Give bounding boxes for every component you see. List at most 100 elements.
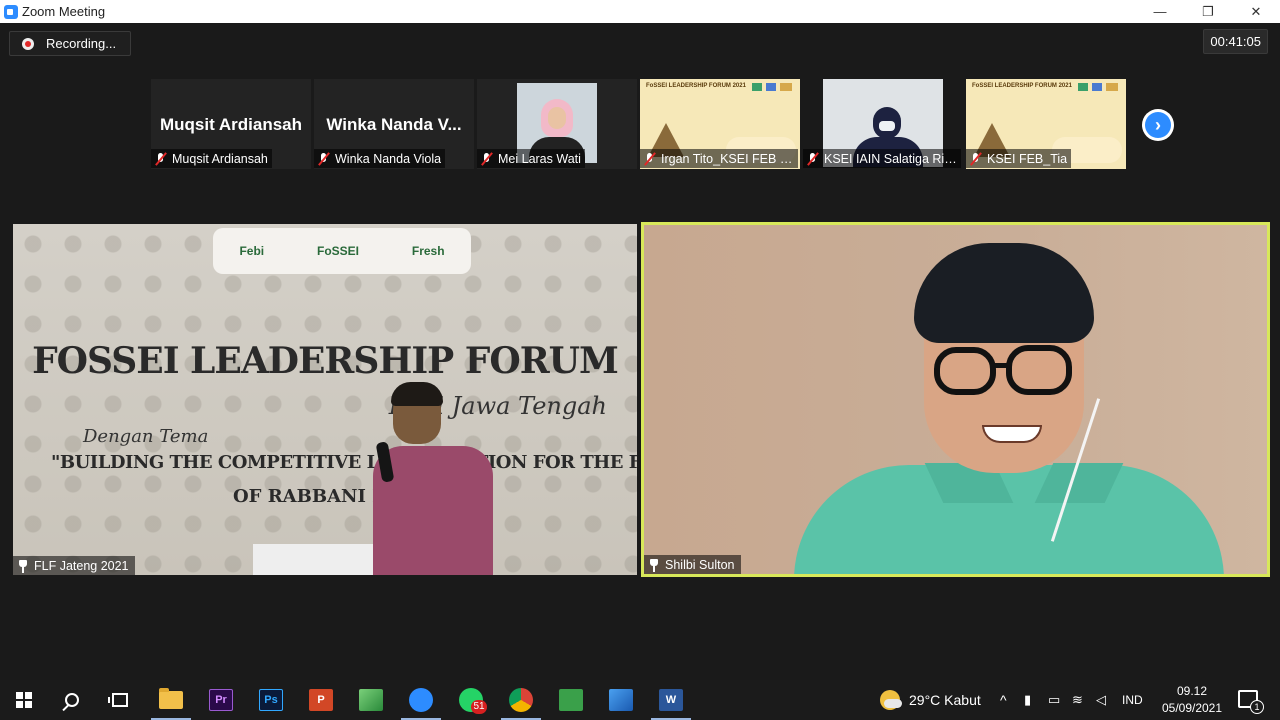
taskbar-app-zoom[interactable] <box>397 680 445 720</box>
mic-muted-icon <box>806 152 820 166</box>
participant-thumbnail[interactable]: KSEI IAIN Salatiga Rina... <box>803 79 963 169</box>
thumbnail-strip: Muqsit Ardiansah Muqsit Ardiansah Winka … <box>151 79 1126 169</box>
taskbar-app-photos[interactable] <box>597 680 645 720</box>
logo-text: Febi <box>239 244 265 258</box>
taskbar-app-word[interactable]: W <box>647 680 695 720</box>
taskbar-app-powerpoint[interactable]: P <box>297 680 345 720</box>
restore-button[interactable]: ❐ <box>1184 0 1232 23</box>
search-button[interactable] <box>48 680 96 720</box>
taskbar-app-photoshop[interactable]: Ps <box>247 680 295 720</box>
task-view-icon <box>108 693 128 707</box>
participant-nametag: Mei Laras Wati <box>477 149 585 168</box>
taskbar-app-whatsapp[interactable]: 51 <box>447 680 495 720</box>
window-title: Zoom Meeting <box>22 4 106 19</box>
task-view-button[interactable] <box>96 680 144 720</box>
video-nametag: FLF Jateng 2021 <box>13 556 135 575</box>
clock-date: 05/09/2021 <box>1161 701 1223 715</box>
banner-theme: "BUILDING THE COMPETITIVE LEADER O TION … <box>51 452 637 473</box>
video-name: Shilbi Sulton <box>665 557 735 572</box>
mic-muted-icon <box>317 152 331 166</box>
poster-title: FoSSEI LEADERSHIP FORUM 2021 <box>972 83 1072 89</box>
participant-nametag: Muqsit Ardiansah <box>151 149 272 168</box>
participant-nametag: KSEI IAIN Salatiga Rina... <box>803 149 961 168</box>
photoshop-icon: Ps <box>259 689 283 711</box>
recording-label: Recording... <box>46 36 117 51</box>
zoom-app-icon <box>4 4 18 19</box>
taskbar-app-explorer[interactable] <box>147 680 195 720</box>
video-nametag: Shilbi Sulton <box>644 555 741 574</box>
system-clock[interactable]: 09.12 05/09/2021 <box>1156 683 1228 717</box>
photos-icon <box>609 689 633 711</box>
video-tile-flf-jateng[interactable]: Febi FoSSEI Fresh FOSSEI LEADERSHIP FORU… <box>13 224 637 575</box>
participant-thumbnail[interactable]: Muqsit Ardiansah Muqsit Ardiansah <box>151 79 311 169</box>
meeting-timer: 00:41:05 <box>1203 29 1268 54</box>
mic-muted-icon <box>480 152 494 166</box>
participant-nametag: KSEI FEB_Tia <box>966 149 1072 168</box>
language-indicator[interactable]: IND <box>1122 693 1143 707</box>
video-name: FLF Jateng 2021 <box>34 558 129 573</box>
chevron-right-icon: › <box>1145 112 1171 138</box>
android-store-icon <box>559 689 583 711</box>
pin-icon <box>648 558 660 572</box>
participant-thumbnail[interactable]: Winka Nanda V... Winka Nanda Viola <box>314 79 474 169</box>
taskbar-app-chrome[interactable] <box>497 680 545 720</box>
mic-muted-icon <box>643 152 657 166</box>
clock-time: 09.12 <box>1176 684 1208 698</box>
search-icon <box>65 693 79 707</box>
chrome-icon <box>509 688 533 712</box>
mic-muted-icon <box>154 152 168 166</box>
logo-text: Fresh <box>411 244 445 258</box>
folder-icon <box>159 688 183 709</box>
participant-display-name: Muqsit Ardiansah <box>160 115 302 134</box>
notification-badge: 51 <box>471 700 487 714</box>
close-button[interactable]: ✕ <box>1232 0 1280 23</box>
mic-muted-icon <box>969 152 983 166</box>
start-button[interactable] <box>0 680 48 720</box>
minimize-button[interactable]: — <box>1136 0 1184 23</box>
mic-tray-icon[interactable]: ▮ <box>1024 692 1031 708</box>
taskbar-app-camtasia[interactable] <box>347 680 395 720</box>
participant-nametag: Winka Nanda Viola <box>314 149 446 168</box>
participant-name: KSEI FEB_Tia <box>987 151 1068 166</box>
banner-tema: Dengan Tema <box>83 426 209 447</box>
record-icon <box>22 37 34 50</box>
participant-thumbnail[interactable]: Mei Laras Wati <box>477 79 637 169</box>
participant-name: Winka Nanda Viola <box>335 151 442 166</box>
video-tile-shilbi-sulton[interactable]: Shilbi Sulton <box>641 222 1270 577</box>
powerpoint-icon: P <box>309 689 333 711</box>
action-center-button[interactable]: 1 <box>1238 690 1264 714</box>
speaker-figure <box>373 382 493 575</box>
participant-nametag: Irgan Tito_KSEI FEB U... <box>640 149 798 168</box>
window-titlebar: Zoom Meeting — ❐ ✕ <box>0 0 1280 23</box>
word-icon: W <box>659 689 683 711</box>
participant-name: Irgan Tito_KSEI FEB U... <box>661 151 794 166</box>
window-controls: — ❐ ✕ <box>1136 0 1280 23</box>
participant-name: Mei Laras Wati <box>498 151 581 166</box>
wifi-icon[interactable]: ≋ <box>1072 692 1083 708</box>
participant-name: Muqsit Ardiansah <box>172 151 268 166</box>
taskbar-app-premiere[interactable]: Pr <box>197 680 245 720</box>
poster-title: FoSSEI LEADERSHIP FORUM 2021 <box>646 83 746 89</box>
taskbar-app-store[interactable] <box>547 680 595 720</box>
premiere-icon: Pr <box>209 689 233 711</box>
weather-text[interactable]: 29°C Kabut <box>909 692 981 708</box>
next-page-button[interactable]: › <box>1142 109 1174 141</box>
participant-display-name: Winka Nanda V... <box>326 115 462 134</box>
participant-thumbnail[interactable]: FoSSEI LEADERSHIP FORUM 2021 KSEI FEB_Ti… <box>966 79 1126 169</box>
zoom-icon <box>409 688 433 712</box>
pin-icon <box>17 559 29 573</box>
participant-name: KSEI IAIN Salatiga Rina... <box>824 151 957 166</box>
logo-text: FoSSEI <box>316 244 359 258</box>
sponsor-logos: Febi FoSSEI Fresh <box>213 228 471 274</box>
banner-title: FOSSEI LEADERSHIP FORUM <box>32 340 619 382</box>
participant-thumbnail[interactable]: FoSSEI LEADERSHIP FORUM 2021 Irgan Tito_… <box>640 79 800 169</box>
battery-icon[interactable]: ▭ <box>1048 692 1060 708</box>
camtasia-icon <box>359 689 383 711</box>
tray-chevron-icon[interactable]: ^ <box>1000 692 1007 708</box>
weather-icon[interactable] <box>880 690 902 710</box>
windows-icon <box>16 692 32 708</box>
meeting-area: Recording... 00:41:05 Muqsit Ardiansah M… <box>0 23 1280 680</box>
volume-icon[interactable]: ◁ <box>1096 692 1106 708</box>
notification-count: 1 <box>1250 700 1264 714</box>
recording-indicator[interactable]: Recording... <box>9 31 131 56</box>
